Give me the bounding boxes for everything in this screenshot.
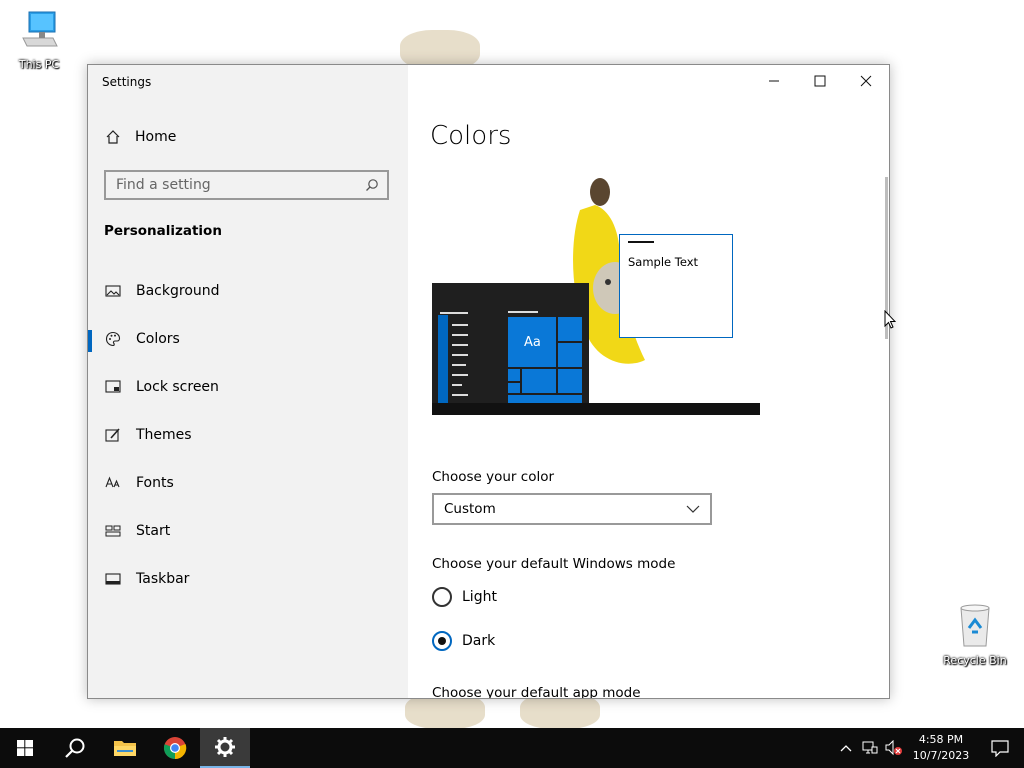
content-pane: Colors Aa Sample Text Choose your color … [408, 65, 889, 698]
sidebar-item-themes[interactable]: Themes [88, 411, 408, 459]
clock-time: 4:58 PM [918, 733, 964, 746]
preview-start-menu: Aa [432, 283, 589, 405]
search-icon [65, 738, 85, 758]
window-controls [751, 65, 889, 97]
taskbar-chrome[interactable] [150, 728, 200, 768]
volume-muted-icon [885, 740, 902, 756]
section-title: Personalization [104, 223, 222, 239]
sidebar-item-label: Taskbar [136, 571, 190, 587]
preview-sample-window: Sample Text [619, 234, 733, 338]
folder-icon [114, 741, 136, 756]
search-placeholder: Find a setting [116, 177, 211, 193]
clock[interactable]: 4:58 PM 10/7/2023 [906, 732, 976, 764]
show-hidden-icons-button[interactable] [834, 728, 858, 768]
sidebar-item-label: Start [136, 523, 171, 539]
home-label: Home [135, 129, 177, 145]
desktop-icon-label: Recycle Bin [943, 654, 1007, 667]
start-button[interactable] [0, 728, 50, 768]
sidebar-item-fonts[interactable]: Fonts [88, 459, 408, 507]
taskbar: 4:58 PM 10/7/2023 [0, 728, 1024, 768]
sidebar-item-label: Themes [136, 427, 192, 443]
network-button[interactable] [858, 728, 882, 768]
sidebar-item-label: Colors [136, 331, 180, 347]
palette-icon [105, 331, 121, 347]
picture-icon [105, 285, 121, 297]
sidebar-item-start[interactable]: Start [88, 507, 408, 555]
system-tray: 4:58 PM 10/7/2023 [834, 728, 1024, 768]
preview-taskbar [432, 403, 760, 415]
sidebar-item-label: Background [136, 283, 220, 299]
windows-logo-icon [17, 740, 33, 756]
windows-mode-label: Choose your default Windows mode [432, 556, 676, 572]
sidebar-item-lock-screen[interactable]: Lock screen [88, 363, 408, 411]
radio-button[interactable] [432, 631, 452, 651]
radio-label: Light [462, 589, 497, 605]
taskbar-icon [105, 573, 121, 585]
brush-icon [105, 428, 120, 442]
sidebar-item-taskbar[interactable]: Taskbar [88, 555, 408, 603]
radio-button[interactable] [432, 587, 452, 607]
choose-color-dropdown[interactable]: Custom [432, 493, 712, 525]
minimize-icon [769, 80, 779, 82]
taskbar-settings[interactable] [200, 728, 250, 768]
settings-window: Settings Home Find a setting Personaliza… [87, 64, 890, 699]
volume-button[interactable] [882, 728, 906, 768]
start-tiles-graphic [438, 311, 582, 405]
maximize-icon [814, 75, 826, 87]
page-title: Colors [430, 121, 512, 151]
color-preview: Aa Sample Text [432, 170, 762, 420]
sidebar-item-background[interactable]: Background [88, 267, 408, 315]
minimize-button[interactable] [751, 65, 797, 97]
start-icon [105, 525, 121, 537]
search-icon [366, 179, 378, 191]
network-icon [862, 741, 878, 754]
desktop-icon-label: This PC [18, 58, 60, 71]
choose-color-label: Choose your color [432, 469, 555, 485]
notification-center-button[interactable] [976, 728, 1024, 768]
sidebar-item-label: Fonts [136, 475, 174, 491]
mouse-cursor [884, 310, 896, 329]
desktop-icon-recycle-bin[interactable]: Recycle Bin [940, 602, 1010, 667]
desktop-icon-this-pc[interactable]: This PC [4, 10, 74, 71]
window-title: Settings [102, 75, 152, 89]
clock-date: 10/7/2023 [912, 749, 970, 762]
mode-radio-light[interactable]: Light [432, 587, 497, 607]
notification-icon [991, 740, 1009, 757]
chevron-up-icon [840, 745, 852, 752]
mode-radio-dark[interactable]: Dark [432, 631, 495, 651]
computer-icon [22, 11, 58, 47]
recycle-bin-icon [960, 604, 990, 647]
sidebar-item-label: Lock screen [136, 379, 219, 395]
gear-icon [215, 737, 235, 757]
taskbar-file-explorer[interactable] [100, 728, 150, 768]
sample-text: Sample Text [628, 255, 699, 269]
chrome-icon [163, 737, 187, 760]
sidebar-item-colors[interactable]: Colors [88, 315, 408, 363]
taskbar-search-button[interactable] [50, 728, 100, 768]
preview-tile-label: Aa [524, 335, 541, 350]
search-input[interactable]: Find a setting [104, 170, 389, 200]
maximize-button[interactable] [797, 65, 843, 97]
sidebar-nav: Background Colors Lock screen Themes Fon… [88, 267, 408, 603]
fonts-icon [105, 476, 120, 488]
close-icon [860, 75, 872, 87]
lock-screen-icon [105, 380, 121, 393]
choose-color-value: Custom [444, 501, 496, 517]
close-button[interactable] [843, 65, 889, 97]
home-icon [106, 130, 120, 144]
home-link[interactable]: Home [105, 129, 176, 145]
radio-label: Dark [462, 633, 496, 649]
chevron-down-icon [686, 505, 700, 513]
app-mode-label: Choose your default app mode [432, 685, 641, 699]
sidebar: Settings Home Find a setting Personaliza… [88, 65, 408, 698]
